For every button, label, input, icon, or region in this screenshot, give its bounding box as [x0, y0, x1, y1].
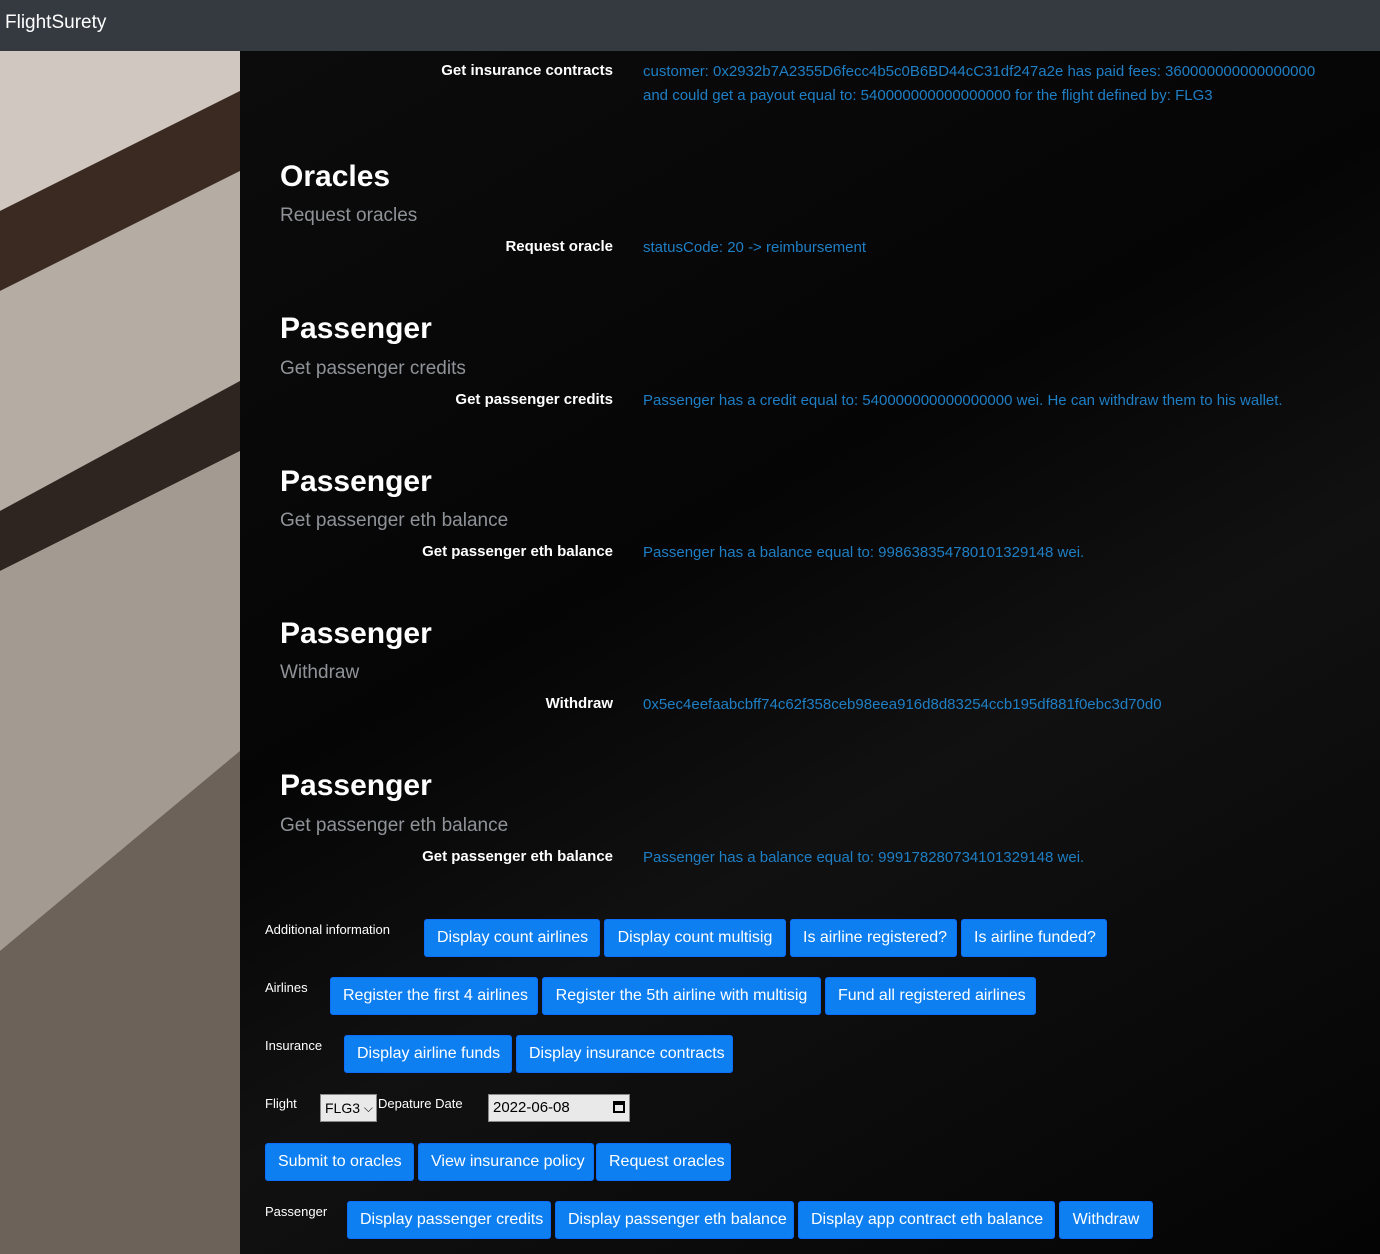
display-count-multisig-button[interactable]: Display count multisig — [604, 919, 786, 957]
flight-select-value: FLG3 — [325, 1100, 361, 1116]
departure-date-input[interactable]: 2022-06-08 — [488, 1094, 630, 1122]
additional-info-label: Additional information — [265, 922, 391, 937]
row-value-insurance-contracts: customer: 0x2932b7A2355D6fecc4b5c0B6BD44… — [643, 60, 1315, 108]
row-value: 0x5ec4eefaabcbff74c62f358ceb98eea916d8d8… — [643, 696, 1162, 713]
request-oracles-button[interactable]: Request oracles — [596, 1143, 731, 1181]
section-subtitle: Get passenger credits — [280, 358, 466, 379]
section-subtitle: Request oracles — [280, 205, 418, 226]
row-label: Withdraw — [545, 695, 613, 712]
row-value: statusCode: 20 -> reimbursement — [643, 239, 867, 256]
section-subtitle: Get passenger eth balance — [280, 510, 509, 531]
section-title-passenger: Passenger — [280, 465, 432, 498]
display-passenger-eth-balance-button[interactable]: Display passenger eth balance — [555, 1201, 794, 1239]
is-airline-registered-button[interactable]: Is airline registered? — [790, 919, 957, 957]
row-value-line: customer: 0x2932b7A2355D6fecc4b5c0B6BD44… — [643, 63, 1316, 80]
row-value: Passenger has a credit equal to: 5400000… — [643, 392, 1283, 409]
section-title-passenger: Passenger — [280, 617, 432, 650]
row-label: Get passenger eth balance — [422, 543, 613, 560]
is-airline-funded-button[interactable]: Is airline funded? — [961, 919, 1107, 957]
row-value-line: and could get a payout equal to: 5400000… — [643, 87, 1213, 104]
withdraw-button[interactable]: Withdraw — [1059, 1201, 1153, 1239]
chevron-down-icon: ⌵ — [363, 1101, 373, 1115]
display-airline-funds-button[interactable]: Display airline funds — [344, 1035, 512, 1073]
passenger-label: Passenger — [265, 1204, 328, 1219]
section-subtitle: Withdraw — [280, 662, 360, 683]
submit-to-oracles-button[interactable]: Submit to oracles — [265, 1143, 414, 1181]
display-app-contract-balance-button[interactable]: Display app contract eth balance — [798, 1201, 1055, 1239]
row-label: Get passenger credits — [455, 391, 613, 408]
display-count-airlines-button[interactable]: Display count airlines — [424, 919, 600, 957]
calendar-icon[interactable] — [613, 1101, 625, 1113]
display-passenger-credits-button[interactable]: Display passenger credits — [347, 1201, 551, 1239]
flight-label: Flight — [265, 1096, 297, 1111]
row-label: Request oracle — [505, 238, 613, 255]
airlines-label: Airlines — [265, 980, 308, 995]
row-value: Passenger has a balance equal to: 998638… — [643, 544, 1085, 561]
fund-all-airlines-button[interactable]: Fund all registered airlines — [825, 977, 1036, 1015]
departure-date-value: 2022-06-08 — [493, 1099, 570, 1116]
main-content: Get insurance contracts customer: 0x2932… — [0, 0, 1380, 1254]
view-insurance-policy-button[interactable]: View insurance policy — [418, 1143, 594, 1181]
register-5th-airline-button[interactable]: Register the 5th airline with multisig — [542, 977, 821, 1015]
departure-date-label: Depature Date — [378, 1096, 463, 1111]
section-title-passenger: Passenger — [280, 769, 432, 802]
insurance-label: Insurance — [265, 1038, 323, 1053]
row-label: Get passenger eth balance — [422, 848, 613, 865]
row-label-insurance-contracts: Get insurance contracts — [441, 62, 613, 79]
section-subtitle: Get passenger eth balance — [280, 815, 509, 836]
register-first-4-airlines-button[interactable]: Register the first 4 airlines — [330, 977, 538, 1015]
section-title-passenger: Passenger — [280, 312, 432, 345]
section-title-oracles: Oracles — [280, 160, 391, 193]
row-value: Passenger has a balance equal to: 999178… — [643, 849, 1085, 866]
display-insurance-contracts-button[interactable]: Display insurance contracts — [516, 1035, 733, 1073]
flight-select[interactable]: FLG3 ⌵ — [320, 1094, 377, 1122]
